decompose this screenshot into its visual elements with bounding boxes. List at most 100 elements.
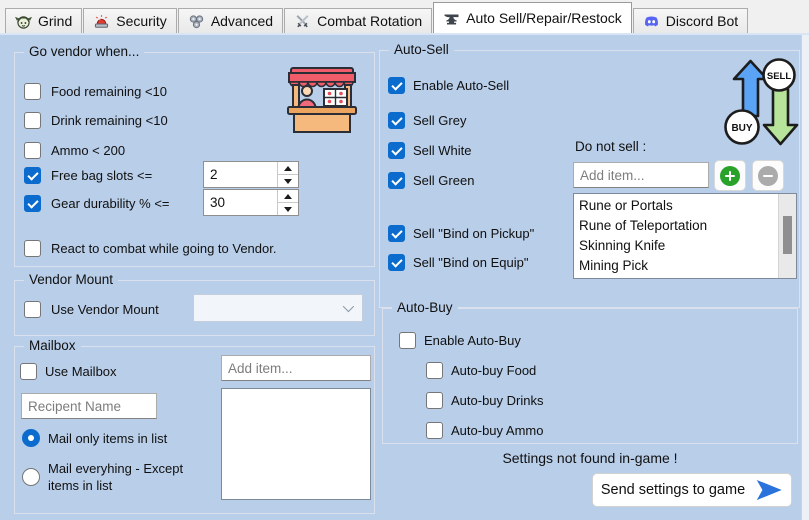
mailbox-add-item-input[interactable] xyxy=(221,355,371,381)
food-remaining-row[interactable]: Food remaining <10 xyxy=(24,81,167,101)
group-mailbox-title: Mailbox xyxy=(24,338,81,353)
enable-auto-buy-row[interactable]: Enable Auto-Buy xyxy=(399,330,521,350)
free-bag-slots-spinner xyxy=(203,161,299,188)
sell-bind-on-pickup-label: Sell "Bind on Pickup" xyxy=(413,226,534,241)
mail-only-items-radio[interactable] xyxy=(22,429,40,447)
list-item[interactable]: Rune of Teleportation xyxy=(574,216,796,236)
gear-durability-up-button[interactable] xyxy=(278,190,298,203)
auto-buy-ammo-row[interactable]: Auto-buy Ammo xyxy=(426,420,544,440)
mail-everything-except-label: Mail everyhing - Except items in list xyxy=(48,460,183,494)
auto-buy-food-checkbox[interactable] xyxy=(426,362,443,379)
list-item[interactable]: Rune or Portals xyxy=(574,196,796,216)
send-settings-button[interactable]: Send settings to game xyxy=(592,473,792,507)
sell-grey-checkbox[interactable] xyxy=(388,112,405,129)
list-item[interactable]: Skinning Knife xyxy=(574,236,796,256)
gear-durability-input[interactable] xyxy=(204,190,277,215)
ammo-checkbox[interactable] xyxy=(24,142,41,159)
sell-white-checkbox[interactable] xyxy=(388,142,405,159)
anvil-icon xyxy=(443,10,460,27)
buy-sell-arrows-icon: BUY SELL xyxy=(718,58,800,152)
discord-icon xyxy=(643,13,660,30)
sell-white-row[interactable]: Sell White xyxy=(388,140,472,160)
free-bag-slots-input[interactable] xyxy=(204,162,277,187)
auto-buy-ammo-checkbox[interactable] xyxy=(426,422,443,439)
tab-bar: Grind Security xyxy=(0,0,809,33)
tab-security[interactable]: Security xyxy=(83,8,177,33)
tab-auto-sell-repair-restock[interactable]: Auto Sell/Repair/Restock xyxy=(433,2,632,33)
mail-everything-except-row[interactable]: Mail everyhing - Except items in list xyxy=(22,459,183,495)
drink-remaining-checkbox[interactable] xyxy=(24,112,41,129)
mailbox-item-list[interactable] xyxy=(221,388,371,500)
free-bag-slots-label: Free bag slots <= xyxy=(51,168,152,183)
mail-everything-except-radio[interactable] xyxy=(22,468,40,486)
group-go-vendor: Go vendor when... Food remaining <10 Dri… xyxy=(14,52,375,267)
sell-grey-row[interactable]: Sell Grey xyxy=(388,110,466,130)
use-vendor-mount-row[interactable]: Use Vendor Mount xyxy=(24,299,159,319)
svg-text:BUY: BUY xyxy=(731,123,752,134)
sell-bind-on-equip-row[interactable]: Sell "Bind on Equip" xyxy=(388,252,528,272)
gear-durability-down-button[interactable] xyxy=(278,203,298,215)
drink-remaining-row[interactable]: Drink remaining <10 xyxy=(24,110,168,130)
list-scrollbar[interactable] xyxy=(778,194,796,278)
status-message: Settings not found in-game ! xyxy=(380,450,800,466)
tab-advanced-label: Advanced xyxy=(211,13,273,29)
sell-green-row[interactable]: Sell Green xyxy=(388,170,474,190)
auto-buy-food-row[interactable]: Auto-buy Food xyxy=(426,360,536,380)
enable-auto-buy-label: Enable Auto-Buy xyxy=(424,333,521,348)
sell-bind-on-pickup-checkbox[interactable] xyxy=(388,225,405,242)
group-vendor-mount: Vendor Mount Use Vendor Mount xyxy=(14,280,375,336)
use-mailbox-checkbox[interactable] xyxy=(20,363,37,380)
list-scrollbar-thumb[interactable] xyxy=(783,216,792,254)
vendor-mount-dropdown[interactable] xyxy=(193,294,363,322)
free-bag-slots-up-button[interactable] xyxy=(278,162,298,175)
sell-bind-on-pickup-row[interactable]: Sell "Bind on Pickup" xyxy=(388,223,534,243)
tab-combat-rotation[interactable]: Combat Rotation xyxy=(284,8,432,33)
use-vendor-mount-label: Use Vendor Mount xyxy=(51,302,159,317)
group-mailbox: Mailbox Use Mailbox Mail only items in l… xyxy=(14,346,375,514)
react-combat-label: React to combat while going to Vendor. xyxy=(51,241,276,256)
ammo-row[interactable]: Ammo < 200 xyxy=(24,140,125,160)
recipient-name-input[interactable] xyxy=(21,393,157,419)
do-not-sell-label: Do not sell : xyxy=(575,139,646,154)
react-combat-checkbox[interactable] xyxy=(24,240,41,257)
tab-grind[interactable]: Grind xyxy=(5,8,82,33)
free-bag-slots-row[interactable]: Free bag slots <= xyxy=(24,165,152,185)
group-go-vendor-title: Go vendor when... xyxy=(24,44,144,59)
do-not-sell-add-item-input[interactable] xyxy=(573,162,709,188)
enable-auto-buy-checkbox[interactable] xyxy=(399,332,416,349)
sell-grey-label: Sell Grey xyxy=(413,113,466,128)
use-mailbox-row[interactable]: Use Mailbox xyxy=(20,361,117,381)
send-settings-button-label: Send settings to game xyxy=(601,482,745,498)
sell-bind-on-equip-checkbox[interactable] xyxy=(388,254,405,271)
remove-item-button[interactable] xyxy=(752,160,784,191)
siren-icon xyxy=(93,13,110,30)
gears-icon xyxy=(188,13,205,30)
free-bag-slots-down-button[interactable] xyxy=(278,175,298,187)
tab-discord-bot-label: Discord Bot xyxy=(666,13,738,29)
crossed-swords-icon xyxy=(294,13,311,30)
free-bag-slots-checkbox[interactable] xyxy=(24,167,41,184)
do-not-sell-list[interactable]: Rune or Portals Rune of Teleportation Sk… xyxy=(573,193,797,279)
food-remaining-checkbox[interactable] xyxy=(24,83,41,100)
enable-auto-sell-checkbox[interactable] xyxy=(388,77,405,94)
market-stall-icon xyxy=(284,65,360,135)
react-combat-row[interactable]: React to combat while going to Vendor. xyxy=(24,238,276,258)
group-auto-buy-title: Auto-Buy xyxy=(392,300,458,315)
auto-buy-drinks-row[interactable]: Auto-buy Drinks xyxy=(426,390,543,410)
mail-only-items-row[interactable]: Mail only items in list xyxy=(22,428,167,448)
sell-green-checkbox[interactable] xyxy=(388,172,405,189)
tab-page-auto-sell: Go vendor when... Food remaining <10 Dri… xyxy=(0,33,809,520)
gear-durability-checkbox[interactable] xyxy=(24,195,41,212)
tab-discord-bot[interactable]: Discord Bot xyxy=(633,8,748,33)
auto-buy-drinks-checkbox[interactable] xyxy=(426,392,443,409)
tab-auto-sell-label: Auto Sell/Repair/Restock xyxy=(466,10,622,26)
gear-durability-row[interactable]: Gear durability % <= xyxy=(24,193,170,213)
add-item-button[interactable] xyxy=(714,160,746,191)
list-item[interactable]: Mining Pick xyxy=(574,256,796,276)
enable-auto-sell-row[interactable]: Enable Auto-Sell xyxy=(388,75,509,95)
enable-auto-sell-label: Enable Auto-Sell xyxy=(413,78,509,93)
tab-advanced[interactable]: Advanced xyxy=(178,8,283,33)
group-auto-buy: Auto-Buy Enable Auto-Buy Auto-buy Food A… xyxy=(382,308,798,444)
use-vendor-mount-checkbox[interactable] xyxy=(24,301,41,318)
group-auto-sell-title: Auto-Sell xyxy=(389,42,454,57)
